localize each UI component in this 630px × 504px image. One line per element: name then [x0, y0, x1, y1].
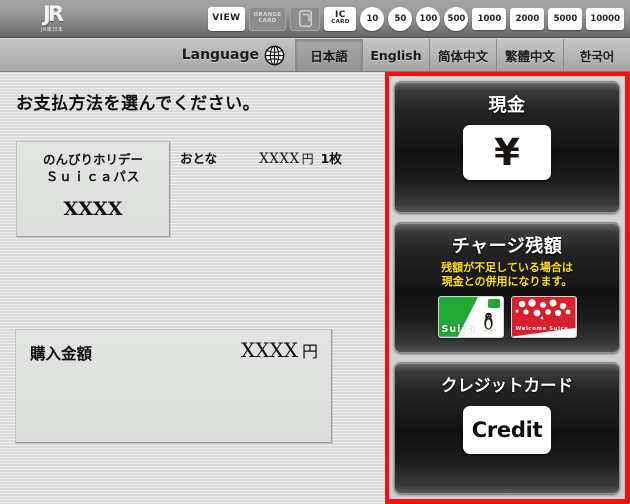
- language-label: Language: [181, 47, 259, 63]
- language-tab-zh-cn[interactable]: 简体中文: [429, 39, 496, 71]
- suica-chip: [487, 298, 500, 308]
- top-status-bar: JR JR東日本 VIEW ORANGE CARD IC CARD 10 50 …: [0, 0, 630, 38]
- badge-bill-5000-label: 5000: [553, 13, 578, 24]
- payment-option-charge-balance-title: チャージ残額: [451, 235, 563, 257]
- ticket-passenger-type: おとな: [180, 151, 218, 166]
- purchase-amount-unit: 円: [301, 342, 318, 361]
- purchase-amount-value-group: XXXX 円: [241, 338, 318, 362]
- payment-method-panel: 現金 ¥ チャージ残額 残額が不足している場合は 現金との併用になります。 Su…: [385, 72, 630, 504]
- badge-bill-5000: 5000: [548, 7, 583, 30]
- jr-logo-mark: JR: [43, 2, 64, 26]
- payment-option-cash-title: 現金: [488, 95, 526, 116]
- badge-coin-10: 10: [360, 6, 385, 31]
- snowflake-pattern-icon: [515, 298, 570, 320]
- language-tab-ko[interactable]: 한국어: [563, 39, 630, 71]
- badge-view-card: VIEW: [208, 6, 245, 31]
- badge-orange-card: ORANGE CARD: [248, 6, 287, 31]
- language-tab-zh-tw-label: 繁體中文: [504, 48, 555, 64]
- badge-coin-50-label: 50: [394, 13, 407, 24]
- payment-option-charge-balance-warning: 残額が不足している場合は 現金との併用になります。: [441, 261, 573, 290]
- badge-bill-10000: 10000: [586, 7, 624, 30]
- badge-bill-10000-label: 10000: [590, 13, 620, 24]
- purchase-amount-value: XXXX: [241, 338, 298, 362]
- language-tab-zh-cn-label: 简体中文: [437, 48, 488, 64]
- ticket-price: XXXX: [259, 151, 300, 167]
- badge-bill-1000-label: 1000: [477, 13, 502, 24]
- welcome-suica-card-icon: Welcome Suica: [510, 295, 577, 338]
- mobile-phone-icon: [298, 10, 312, 27]
- badge-view-card-label: VIEW: [212, 12, 241, 23]
- language-label-group: Language: [182, 39, 295, 71]
- badge-bill-2000-label: 2000: [515, 13, 540, 24]
- badge-bill-2000: 2000: [510, 7, 545, 30]
- language-tab-en[interactable]: English: [362, 39, 429, 71]
- purchase-amount-label: 購入金額: [30, 345, 93, 363]
- language-tab-en-label: English: [370, 47, 422, 63]
- yen-card-icon: ¥: [463, 125, 551, 180]
- badge-ic-card: IC CARD: [324, 6, 357, 31]
- badge-coin-10-label: 10: [366, 13, 379, 24]
- payment-option-credit-card[interactable]: クレジットカード Credit: [394, 362, 620, 495]
- credit-card-label: Credit: [471, 418, 543, 443]
- ticket-product-detail: XXXX: [63, 197, 123, 220]
- globe-icon: [264, 45, 285, 65]
- badge-coin-50: 50: [388, 6, 413, 31]
- badge-ic-card-line2: CARD: [331, 19, 350, 26]
- welcome-suica-card-label: Welcome Suica: [515, 325, 569, 332]
- ticket-quantity: 1枚: [320, 151, 342, 166]
- ticket-product-name: のんびりホリデー Ｓｕｉｃａパス: [17, 152, 169, 186]
- language-tab-ja[interactable]: 日本語: [295, 39, 362, 71]
- badge-coin-500: 500: [444, 6, 469, 31]
- payment-option-cash[interactable]: 現金 ¥: [394, 81, 620, 213]
- suica-card-label: Suica: [441, 323, 476, 335]
- ticket-product-name-line2: Ｓｕｉｃａパス: [45, 168, 141, 184]
- suica-card-images: Suica Welcome Suica: [437, 295, 577, 338]
- language-bar: Language 日本語 English 简体中文 繁體中文 한국어: [0, 39, 630, 72]
- ticket-meta: おとな XXXX 円 1枚: [180, 148, 342, 167]
- charge-warning-line2: 現金との併用になります。: [441, 275, 573, 289]
- ticket-product-name-line1: のんびりホリデー: [42, 152, 143, 167]
- language-tab-ko-label: 한국어: [579, 48, 615, 64]
- ticket-summary-row: のんびりホリデー Ｓｕｉｃａパス XXXX おとな XXXX 円 1枚: [16, 141, 368, 237]
- jr-logo-subtitle: JR東日本: [40, 27, 64, 33]
- order-summary-panel: お支払方法を選んでください。 のんびりホリデー Ｓｕｉｃａパス XXXX おとな…: [0, 73, 385, 504]
- ticket-price-unit: 円: [301, 152, 314, 166]
- badge-coin-500-label: 500: [447, 13, 466, 24]
- page-title: お支払方法を選んでください。: [16, 94, 261, 114]
- ticket-product-box: のんびりホリデー Ｓｕｉｃａパス XXXX: [16, 141, 170, 237]
- payment-option-charge-balance[interactable]: チャージ残額 残額が不足している場合は 現金との併用になります。 Suica W…: [394, 221, 620, 354]
- payment-option-credit-card-title: クレジットカード: [441, 376, 573, 396]
- badge-mobile-suica: [290, 6, 321, 31]
- charge-warning-line1: 残額が不足している場合は: [441, 260, 573, 274]
- badge-orange-card-line2: CARD: [258, 17, 277, 24]
- language-tab-ja-label: 日本語: [310, 48, 348, 64]
- badge-bill-1000: 1000: [472, 7, 507, 30]
- language-tab-zh-tw[interactable]: 繁體中文: [496, 39, 563, 71]
- badge-coin-100: 100: [416, 6, 441, 31]
- penguin-icon: [483, 312, 493, 331]
- jr-logo: JR JR東日本: [12, 3, 92, 35]
- accepted-payment-badges: VIEW ORANGE CARD IC CARD 10 50 100 500 1…: [208, 6, 624, 31]
- badge-coin-100-label: 100: [419, 13, 438, 24]
- credit-card-icon: Credit: [463, 406, 551, 455]
- purchase-amount-box: 購入金額 XXXX 円: [15, 329, 332, 443]
- suica-card-icon: Suica: [437, 295, 504, 338]
- ticket-machine-screen: JR JR東日本 VIEW ORANGE CARD IC CARD 10 50 …: [0, 0, 630, 504]
- yen-symbol: ¥: [494, 131, 520, 174]
